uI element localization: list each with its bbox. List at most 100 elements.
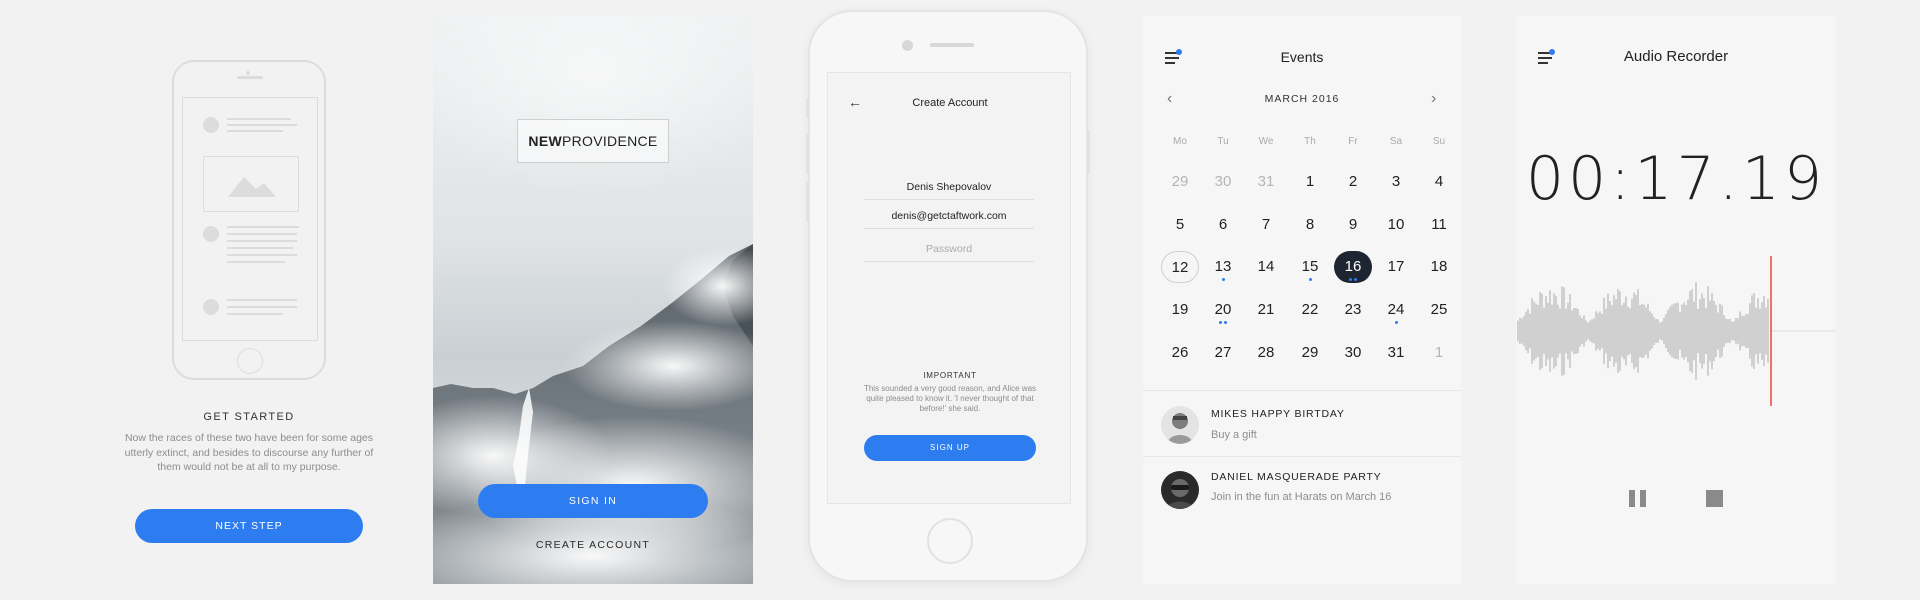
calendar-day[interactable]: 29 (1291, 337, 1329, 369)
event-indicator-dot (1224, 321, 1227, 324)
phone-side-button (806, 134, 809, 174)
audio-recorder-panel: Audio Recorder 00:17.19 (1516, 16, 1836, 584)
calendar-day[interactable]: 1 (1291, 166, 1329, 198)
wireframe-camera (246, 71, 250, 75)
create-account-phone-mockup: ← Create Account Denis Shepovalov denis@… (806, 10, 1090, 582)
logo-bold-text: NEW (528, 133, 562, 149)
calendar-day[interactable]: 26 (1161, 337, 1199, 369)
calendar-day[interactable]: 27 (1204, 337, 1242, 369)
calendar-day[interactable]: 20 (1204, 294, 1242, 326)
event-indicator-dot (1221, 278, 1225, 281)
calendar-day[interactable]: 16 (1334, 251, 1372, 283)
name-field[interactable]: Denis Shepovalov (864, 176, 1034, 200)
audio-waveform (1517, 256, 1836, 406)
calendar-day[interactable]: 30 (1334, 337, 1372, 369)
event-indicator-dot (1394, 321, 1398, 324)
phone-side-button (806, 182, 809, 222)
wireframe-line (227, 240, 297, 242)
calendar-day[interactable]: 21 (1247, 294, 1285, 326)
calendar-day[interactable]: 29 (1161, 166, 1199, 198)
wireframe-avatar-dot (203, 117, 219, 133)
event-indicator-dot (1308, 278, 1312, 281)
calendar-day[interactable]: 18 (1420, 251, 1458, 283)
phone-side-button (806, 98, 809, 118)
wireframe-image-placeholder-icon (203, 156, 299, 212)
wireframe-line (227, 306, 297, 308)
weekday-label: Su (1432, 136, 1446, 147)
important-text: This sounded a very good reason, and Ali… (863, 384, 1037, 413)
get-started-panel: GET STARTED Now the races of these two h… (0, 0, 420, 600)
wireframe-screen (182, 97, 318, 341)
calendar-day[interactable]: 30 (1204, 166, 1242, 198)
password-field[interactable]: Password (864, 238, 1034, 262)
calendar-day[interactable]: 7 (1247, 209, 1285, 241)
calendar-day[interactable]: 5 (1161, 209, 1199, 241)
stop-icon[interactable] (1706, 490, 1723, 507)
weekday-label: Sa (1389, 136, 1403, 147)
wireframe-line (227, 118, 291, 120)
calendar-day[interactable]: 19 (1161, 294, 1199, 326)
event-name[interactable]: DANIEL MASQUERADE PARTY (1211, 471, 1382, 483)
event-indicator-dot (1349, 278, 1352, 281)
calendar-day[interactable]: 9 (1334, 209, 1372, 241)
calendar-day[interactable]: 22 (1291, 294, 1329, 326)
phone-home-button (927, 518, 973, 564)
wireframe-line (227, 313, 283, 315)
email-field[interactable]: denis@getctaftwork.com (864, 205, 1034, 229)
calendar-day[interactable]: 25 (1420, 294, 1458, 326)
calendar-day[interactable]: 6 (1204, 209, 1242, 241)
wireframe-line (227, 130, 283, 132)
calendar-day[interactable]: 10 (1377, 209, 1415, 241)
get-started-title: GET STARTED (203, 411, 295, 423)
sign-in-button[interactable]: SIGN IN (478, 484, 708, 518)
event-name[interactable]: MIKES HAPPY BIRTDAY (1211, 408, 1345, 420)
create-account-screen: ← Create Account Denis Shepovalov denis@… (827, 72, 1071, 504)
phone-camera (902, 40, 913, 51)
brand-logo: NEWPROVIDENCE (517, 119, 669, 163)
calendar-day[interactable]: 12 (1161, 251, 1199, 283)
wireframe-line (227, 226, 299, 228)
event-subtitle: Join in the fun at Harats on March 16 (1211, 491, 1392, 503)
wireframe-line (227, 124, 297, 126)
calendar-day[interactable]: 8 (1291, 209, 1329, 241)
weekday-label: We (1258, 136, 1274, 147)
calendar-day[interactable]: 31 (1377, 337, 1415, 369)
calendar-day[interactable]: 28 (1247, 337, 1285, 369)
wireframe-line (227, 299, 297, 301)
calendar-day[interactable]: 14 (1247, 251, 1285, 283)
wireframe-line (227, 247, 293, 249)
get-started-description: Now the races of these two have been for… (124, 432, 374, 473)
chevron-right-icon[interactable]: › (1431, 91, 1436, 107)
weekday-label: Tu (1217, 136, 1229, 147)
pause-icon[interactable] (1629, 490, 1647, 507)
calendar-day[interactable]: 1 (1420, 337, 1458, 369)
create-account-link[interactable]: CREATE ACCOUNT (433, 539, 753, 551)
recording-timer: 00:17.19 (1525, 144, 1827, 214)
landing-panel: NEWPROVIDENCE SIGN IN CREATE ACCOUNT (433, 16, 753, 584)
wireframe-line (227, 261, 285, 263)
calendar-day[interactable]: 17 (1377, 251, 1415, 283)
calendar-day[interactable]: 2 (1334, 166, 1372, 198)
calendar-day[interactable]: 11 (1420, 209, 1458, 241)
next-step-button[interactable]: NEXT STEP (135, 509, 363, 543)
wireframe-line (227, 254, 297, 256)
weekday-label: Mo (1173, 136, 1187, 147)
calendar-day[interactable]: 3 (1377, 166, 1415, 198)
events-panel: Events ‹ MARCH 2016 › Mo Tu We Th Fr Sa Su 29 30… (1143, 16, 1461, 584)
wireframe-line (227, 233, 297, 235)
calendar-day[interactable]: 4 (1420, 166, 1458, 198)
calendar-day[interactable]: 31 (1247, 166, 1285, 198)
weekday-label: Th (1304, 136, 1316, 147)
wireframe-avatar-dot (203, 226, 219, 242)
calendar-day[interactable]: 23 (1334, 294, 1372, 326)
create-account-title: Create Account (912, 97, 988, 109)
sign-up-button[interactable]: SIGN UP (864, 435, 1036, 461)
wireframe-avatar-dot (203, 299, 219, 315)
divider (1143, 390, 1461, 391)
divider (1143, 456, 1461, 457)
audio-recorder-title: Audio Recorder (1623, 48, 1729, 65)
avatar (1161, 471, 1199, 509)
logo-light-text: PROVIDENCE (561, 133, 658, 149)
month-label: MARCH 2016 (1264, 93, 1340, 105)
event-indicator-dot (1354, 278, 1357, 281)
